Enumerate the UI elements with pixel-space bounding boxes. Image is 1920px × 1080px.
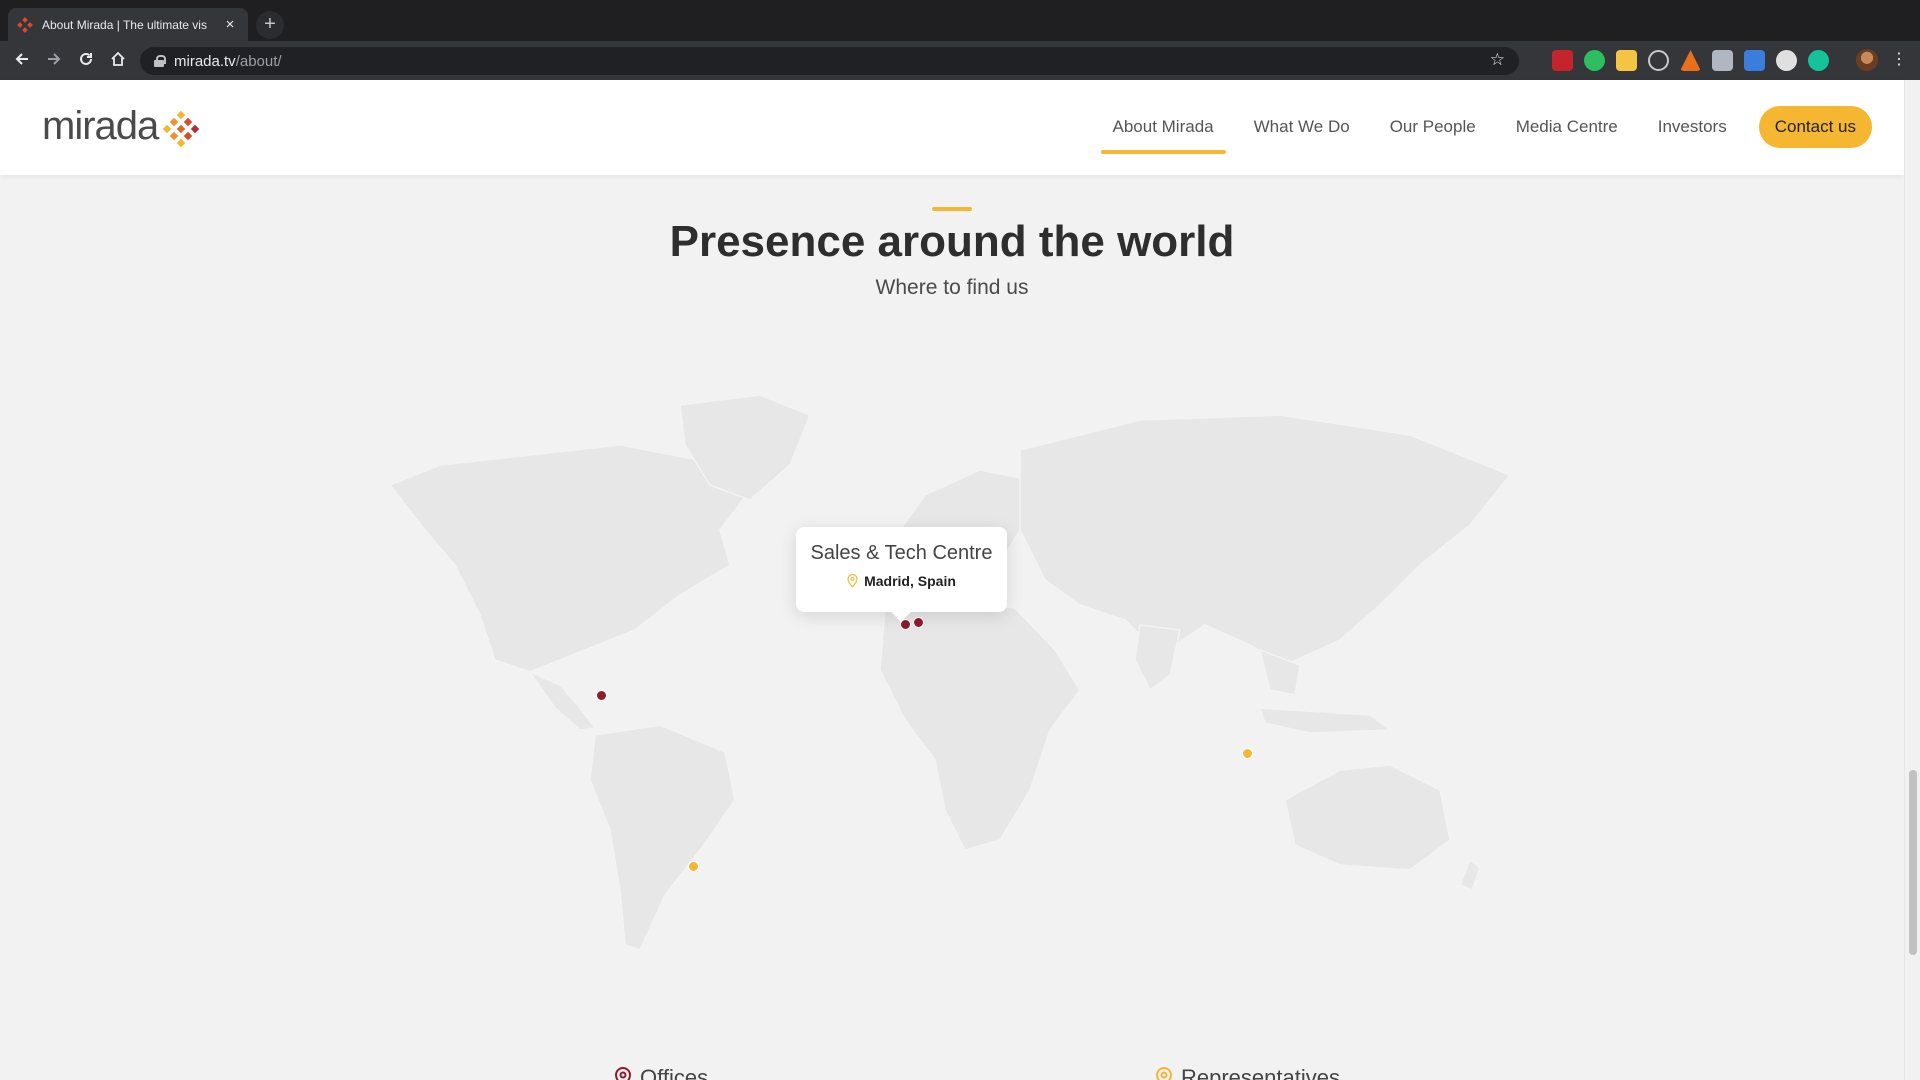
bookmark-star-icon[interactable]: ☆ <box>1490 50 1505 70</box>
reload-icon[interactable] <box>72 47 100 75</box>
site-header: mirada About Mirada What We Do Our Peopl… <box>0 80 1904 175</box>
logo-text: mirada <box>42 104 159 148</box>
office-marker-europe[interactable] <box>913 617 924 628</box>
legend-representatives-label: Representatives <box>1181 1065 1340 1080</box>
evernote-icon[interactable] <box>1584 50 1605 71</box>
heading-accent-line <box>932 207 972 211</box>
page-scrollbar[interactable] <box>1904 80 1920 1080</box>
tooltip-location-text: Madrid, Spain <box>864 573 956 589</box>
south-america-shape <box>589 724 736 951</box>
representative-marker-south-america[interactable] <box>688 861 699 872</box>
nav-what-we-do[interactable]: What We Do <box>1242 106 1362 148</box>
lock-icon <box>154 55 166 67</box>
logo-diamond-icon <box>163 110 200 147</box>
back-icon[interactable] <box>8 47 36 75</box>
extensions-bar <box>1552 50 1829 71</box>
location-pin-icon <box>847 574 858 588</box>
legend-representatives: Representatives <box>1155 1065 1340 1080</box>
home-icon[interactable] <box>104 47 132 75</box>
new-zealand-shape <box>1459 858 1481 891</box>
browser-tab-bar: About Mirada | The ultimate vis × + <box>0 0 1920 41</box>
tab-title: About Mirada | The ultimate vis <box>42 17 207 32</box>
representative-marker-asia[interactable] <box>1242 748 1253 759</box>
nav-our-people[interactable]: Our People <box>1378 106 1488 148</box>
nav-investors[interactable]: Investors <box>1646 106 1739 148</box>
close-tab-icon[interactable]: × <box>222 16 238 33</box>
indonesia-shape <box>1258 707 1393 734</box>
section-title: Presence around the world <box>669 217 1235 266</box>
legend-offices: Offices <box>614 1065 708 1080</box>
grammarly-icon[interactable] <box>1808 50 1829 71</box>
location-tooltip: Sales & Tech Centre Madrid, Spain <box>796 527 1007 612</box>
representatives-pin-icon <box>1155 1067 1173 1080</box>
contact-us-button[interactable]: Contact us <box>1758 106 1872 148</box>
fire-icon[interactable] <box>1680 50 1701 71</box>
office-marker-mexico[interactable] <box>596 690 607 701</box>
mirada-favicon-icon <box>17 16 33 33</box>
asia-shape <box>1019 414 1512 666</box>
browser-tab[interactable]: About Mirada | The ultimate vis × <box>8 8 248 41</box>
tooltip-title: Sales & Tech Centre <box>810 542 993 564</box>
profile-avatar[interactable] <box>1856 49 1878 71</box>
legend-offices-label: Offices <box>640 1065 709 1080</box>
address-bar[interactable]: mirada.tv/about/ ☆ <box>140 47 1519 75</box>
australia-shape <box>1284 764 1451 871</box>
tooltip-location: Madrid, Spain <box>796 573 1007 589</box>
browser-menu-icon[interactable]: ⋮ <box>1891 49 1907 71</box>
world-map <box>388 394 1512 951</box>
section-subtitle: Where to find us <box>875 276 1029 299</box>
browser-toolbar: mirada.tv/about/ ☆ ⋮ <box>0 41 1920 80</box>
offices-pin-icon <box>614 1067 632 1080</box>
main-nav: About Mirada What We Do Our People Media… <box>1085 106 1872 154</box>
central-america-shape <box>527 670 597 731</box>
cloud-icon[interactable] <box>1776 50 1797 71</box>
notes-icon[interactable] <box>1616 50 1637 71</box>
nav-about-mirada[interactable]: About Mirada <box>1100 106 1226 154</box>
target-icon[interactable] <box>1648 50 1669 71</box>
url-text: mirada.tv/about/ <box>174 52 282 70</box>
forward-icon[interactable] <box>40 47 68 75</box>
abp-icon[interactable] <box>1552 50 1573 71</box>
india-shape <box>1134 624 1181 692</box>
scrollbar-thumb[interactable] <box>1909 770 1917 955</box>
mirada-logo[interactable]: mirada <box>42 104 200 149</box>
chat-icon[interactable] <box>1712 50 1733 71</box>
north-america-shape <box>388 444 752 673</box>
new-tab-button[interactable]: + <box>256 11 284 39</box>
nav-media-centre[interactable]: Media Centre <box>1504 106 1630 148</box>
africa-shape <box>879 601 1081 851</box>
translate-icon[interactable] <box>1744 50 1765 71</box>
